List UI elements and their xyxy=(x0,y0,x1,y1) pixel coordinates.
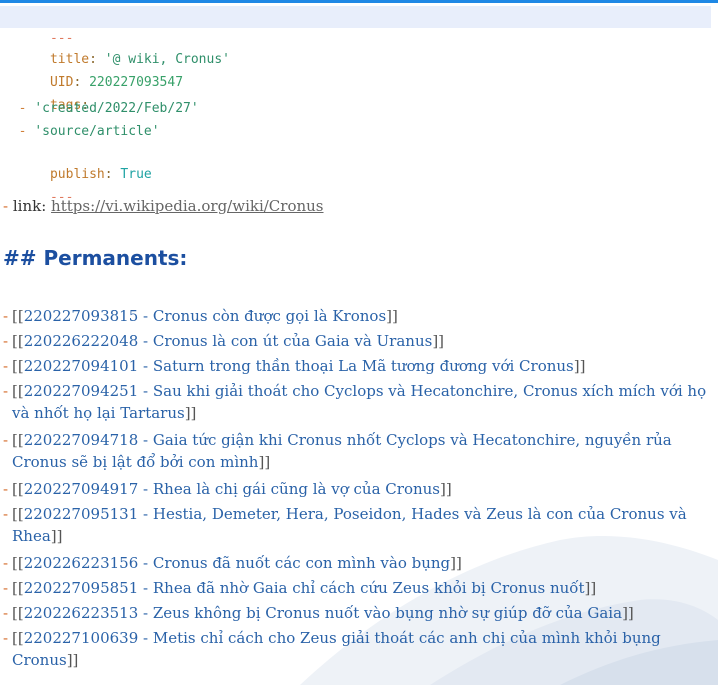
yaml-list-dash: - xyxy=(18,101,27,116)
list-item: - [[220227095851 - Rhea đã nhờ Gaia chỉ c… xyxy=(3,579,597,597)
note-id: 220227093815 xyxy=(23,307,139,325)
yaml-list-dash: - xyxy=(18,124,27,139)
wikilink[interactable]: 220226222048 - Cronus là con út của Gaia… xyxy=(24,332,433,350)
list-dash: - xyxy=(3,629,9,647)
note-id: 220227100639 xyxy=(23,629,139,647)
wikilink[interactable]: 220227095851 - Rhea đã nhờ Gaia chỉ cách… xyxy=(24,579,585,597)
list-dash: - xyxy=(3,480,9,498)
uid-value: 220227093547 xyxy=(89,75,184,90)
list-dash: - xyxy=(3,579,9,597)
list-item: - [[220227093815 - Cronus còn được gọi là… xyxy=(3,307,398,325)
note-id: 220227094917 xyxy=(23,480,139,498)
list-item: - [[220226223156 - Cronus đã nuốt các con… xyxy=(3,554,462,572)
wikilink[interactable]: 220227095131 - Hestia, Demeter, Hera, Po… xyxy=(12,505,687,545)
frontmatter-close-delimiter[interactable]: --- xyxy=(3,168,73,205)
wikilink[interactable]: 220227094101 - Saturn trong thần thoại L… xyxy=(24,357,574,375)
frontmatter-tag-item[interactable]: - 'source/article' xyxy=(3,122,160,142)
note-title: Cronus còn được gọi là Kronos xyxy=(152,307,387,325)
link-label: link: xyxy=(12,197,47,215)
wikilink[interactable]: 220227093815 - Cronus còn được gọi là Kr… xyxy=(24,307,386,325)
permanents-list: - [[220227093815 - Cronus còn được gọi là… xyxy=(3,305,711,676)
list-dash: - xyxy=(3,332,9,350)
wikilink[interactable]: 220226223513 - Zeus không bị Cronus nuốt… xyxy=(24,604,622,622)
note-id: 220226223156 xyxy=(23,554,139,572)
note-id: 220226223513 xyxy=(23,604,139,622)
note-title: Rhea đã nhờ Gaia chỉ cách cứu Zeus khỏi … xyxy=(152,579,585,597)
note-id: 220227094718 xyxy=(23,431,139,449)
frontmatter-title-line[interactable]: title: '@ wiki, Cronus' xyxy=(3,30,230,67)
list-item: - [[220227094718 - Gaia tức giận khi Cron… xyxy=(3,431,672,471)
list-item: - [[220226222048 - Cronus là con út của G… xyxy=(3,332,445,350)
note-title: Cronus là con út của Gaia và Uranus xyxy=(152,332,433,350)
list-dash: - xyxy=(3,307,9,325)
source-link-line: - link: https://vi.wikipedia.org/wiki/Cr… xyxy=(3,195,324,217)
note-title: Zeus không bị Cronus nuốt vào bụng nhờ s… xyxy=(152,604,623,622)
list-item: - [[220227094101 - Saturn trong thần thoạ… xyxy=(3,357,586,375)
wikilink[interactable]: 220226223156 - Cronus đã nuốt các con mì… xyxy=(24,554,450,572)
wikilink[interactable]: 220227094718 - Gaia tức giận khi Cronus … xyxy=(12,431,672,471)
note-id: 220227094101 xyxy=(23,357,139,375)
note-id: 220227095131 xyxy=(23,505,139,523)
wikilink[interactable]: 220227100639 - Metis chỉ cách cho Zeus g… xyxy=(12,629,661,669)
list-item: - [[220227094917 - Rhea là chị gái cũng l… xyxy=(3,480,452,498)
frontmatter-open-delimiter[interactable]: --- xyxy=(0,6,711,46)
list-dash: - xyxy=(3,505,9,523)
list-dash: - xyxy=(3,382,9,400)
colon: : xyxy=(104,167,113,182)
tag-value: 'source/article' xyxy=(34,124,160,139)
tag-value: 'created/2022/Feb/27' xyxy=(34,101,199,116)
frontmatter-uid-line[interactable]: UID: 220227093547 xyxy=(3,53,183,90)
source-url-link[interactable]: https://vi.wikipedia.org/wiki/Cronus xyxy=(51,197,323,215)
note-title: Saturn trong thần thoại La Mã tương đươn… xyxy=(152,357,574,375)
note-id: 220227095851 xyxy=(23,579,139,597)
list-item: - [[220227100639 - Metis chỉ cách cho Zeu… xyxy=(3,629,661,669)
frontmatter-publish-line[interactable]: publish: True xyxy=(3,145,152,182)
wikilink[interactable]: 220227094917 - Rhea là chị gái cũng là v… xyxy=(24,480,440,498)
list-dash: - xyxy=(3,197,9,215)
list-item: - [[220227095131 - Hestia, Demeter, Hera,… xyxy=(3,505,687,545)
note-title: Cronus đã nuốt các con mình vào bụng xyxy=(152,554,451,572)
list-dash: - xyxy=(3,357,9,375)
list-dash: - xyxy=(3,604,9,622)
list-item: - [[220226223513 - Zeus không bị Cronus n… xyxy=(3,604,634,622)
note-id: 220227094251 xyxy=(23,382,139,400)
list-dash: - xyxy=(3,554,9,572)
note-title: Rhea là chị gái cũng là vợ của Cronus xyxy=(152,480,440,498)
note-id: 220226222048 xyxy=(23,332,139,350)
list-dash: - xyxy=(3,431,9,449)
list-item: - [[220227094251 - Sau khi giải thoát cho… xyxy=(3,382,707,422)
publish-value: True xyxy=(120,167,152,182)
frontmatter-tags-line[interactable]: tags: xyxy=(3,76,89,113)
frontmatter-tag-item[interactable]: - 'created/2022/Feb/27' xyxy=(3,99,199,119)
wikilink[interactable]: 220227094251 - Sau khi giải thoát cho Cy… xyxy=(12,382,706,422)
section-heading-permanents: ## Permanents: xyxy=(3,246,188,270)
